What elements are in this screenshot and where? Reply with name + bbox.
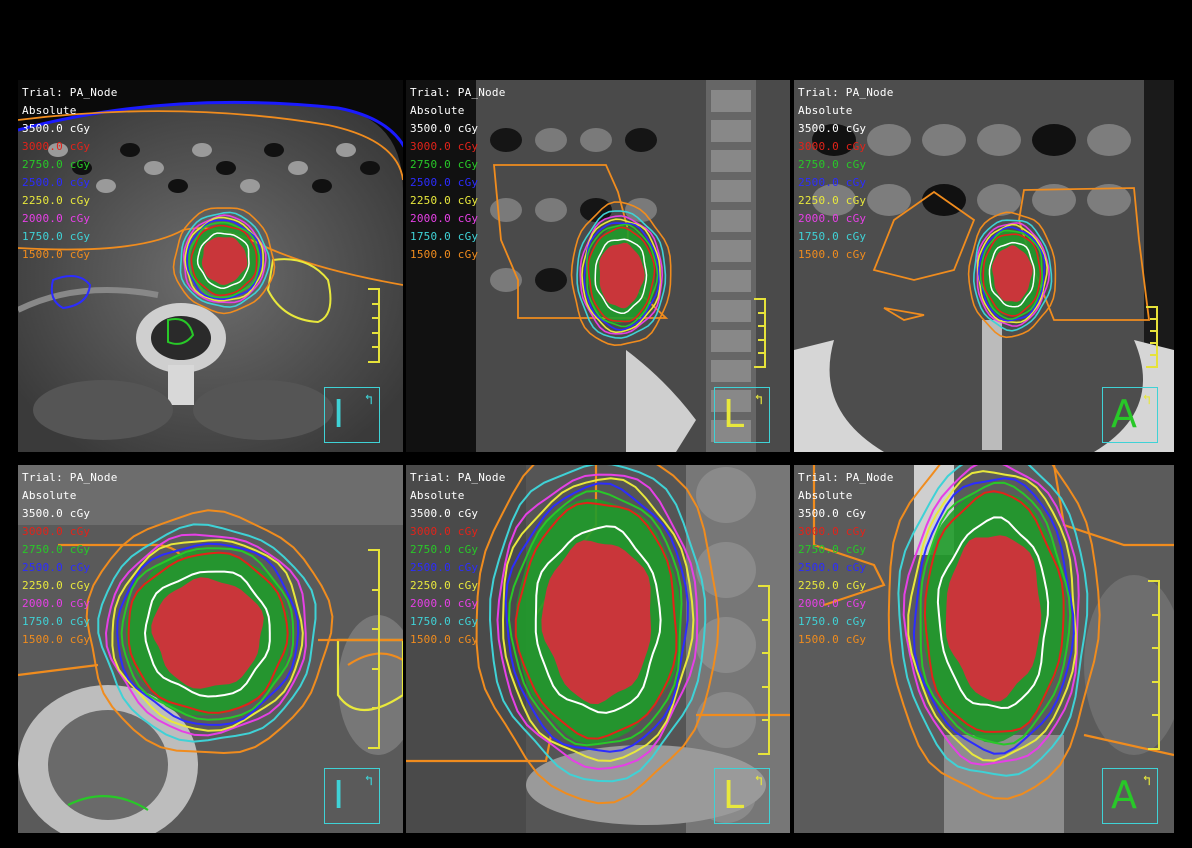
isodose-level-5: 2000.0 cGy — [22, 597, 91, 610]
isodose-level-2: 2750.0 cGy — [798, 543, 867, 556]
isodose-level-3: 2500.0 cGy — [22, 561, 91, 574]
trial-label: Trial: PA_Node — [410, 86, 506, 99]
isodose-level-6: 1750.0 cGy — [798, 615, 867, 628]
isodose-level-2: 2750.0 cGy — [798, 158, 867, 171]
isodose-level-0: 3500.0 cGy — [410, 122, 479, 135]
rotate-arrow-icon: ↰ — [1142, 392, 1151, 408]
orientation-indicator[interactable]: A ↰ — [1102, 768, 1158, 824]
scale-ruler — [366, 549, 380, 749]
dose-mode-label: Absolute — [22, 104, 77, 117]
isodose-level-2: 2750.0 cGy — [410, 543, 479, 556]
isodose-level-7: 1500.0 cGy — [410, 248, 479, 261]
isodose-level-2: 2750.0 cGy — [22, 543, 91, 556]
rotate-arrow-icon: ↰ — [364, 773, 373, 789]
isodose-level-7: 1500.0 cGy — [798, 633, 867, 646]
trial-label: Trial: PA_Node — [22, 471, 118, 484]
orientation-indicator[interactable]: A ↰ — [1102, 387, 1158, 443]
rotate-arrow-icon: ↰ — [754, 773, 763, 789]
isodose-level-3: 2500.0 cGy — [798, 561, 867, 574]
isodose-level-2: 2750.0 cGy — [410, 158, 479, 171]
orientation-letter: L — [723, 392, 745, 436]
orientation-letter: A — [1111, 773, 1137, 817]
dose-legend: Trial: PA_Node Absolute 3500.0 cGy 3000.0 c… — [410, 84, 506, 264]
isodose-level-1: 3000.0 cGy — [410, 525, 479, 538]
trial-label: Trial: PA_Node — [798, 86, 894, 99]
orientation-indicator[interactable]: I ↰ — [324, 768, 380, 824]
scale-ruler — [756, 585, 770, 755]
dose-mode-label: Absolute — [22, 489, 77, 502]
isodose-level-7: 1500.0 cGy — [798, 248, 867, 261]
viewport-coronal-zoom[interactable]: Trial: PA_Node Absolute 3500.0 cGy 3000.0 c… — [794, 465, 1174, 833]
rotate-arrow-icon: ↰ — [364, 392, 373, 408]
isodose-level-3: 2500.0 cGy — [22, 176, 91, 189]
viewport-axial-zoom[interactable]: Trial: PA_Node Absolute 3500.0 cGy 3000.0 c… — [18, 465, 403, 833]
viewport-sagittal[interactable]: Trial: PA_Node Absolute 3500.0 cGy 3000.0 c… — [406, 80, 790, 452]
isodose-level-0: 3500.0 cGy — [798, 122, 867, 135]
isodose-level-1: 3000.0 cGy — [22, 140, 91, 153]
isodose-level-7: 1500.0 cGy — [22, 633, 91, 646]
scale-ruler — [366, 288, 380, 363]
viewport-coronal[interactable]: Trial: PA_Node Absolute 3500.0 cGy 3000.0 c… — [794, 80, 1174, 452]
isodose-level-6: 1750.0 cGy — [22, 615, 91, 628]
isodose-level-6: 1750.0 cGy — [410, 615, 479, 628]
trial-label: Trial: PA_Node — [798, 471, 894, 484]
isodose-level-1: 3000.0 cGy — [798, 140, 867, 153]
isodose-level-3: 2500.0 cGy — [798, 176, 867, 189]
isodose-level-1: 3000.0 cGy — [22, 525, 91, 538]
isodose-level-0: 3500.0 cGy — [22, 507, 91, 520]
rotate-arrow-icon: ↰ — [1142, 773, 1151, 789]
dose-legend: Trial: PA_Node Absolute 3500.0 cGy 3000.0 c… — [798, 84, 894, 264]
viewport-sagittal-zoom[interactable]: Trial: PA_Node Absolute 3500.0 cGy 3000.0 c… — [406, 465, 790, 833]
isodose-level-5: 2000.0 cGy — [798, 212, 867, 225]
isodose-level-0: 3500.0 cGy — [22, 122, 91, 135]
isodose-level-1: 3000.0 cGy — [798, 525, 867, 538]
dose-legend: Trial: PA_Node Absolute 3500.0 cGy 3000.0 c… — [798, 469, 894, 649]
isodose-level-6: 1750.0 cGy — [798, 230, 867, 243]
isodose-level-5: 2000.0 cGy — [410, 597, 479, 610]
isodose-level-1: 3000.0 cGy — [410, 140, 479, 153]
isodose-level-3: 2500.0 cGy — [410, 176, 479, 189]
dose-legend: Trial: PA_Node Absolute 3500.0 cGy 3000.0 c… — [22, 469, 118, 649]
isodose-level-4: 2250.0 cGy — [410, 194, 479, 207]
isodose-level-4: 2250.0 cGy — [798, 579, 867, 592]
isodose-level-0: 3500.0 cGy — [798, 507, 867, 520]
dose-legend: Trial: PA_Node Absolute 3500.0 cGy 3000.0 c… — [410, 469, 506, 649]
dose-mode-label: Absolute — [798, 489, 853, 502]
viewport-axial[interactable]: Trial: PA_Node Absolute 3500.0 cGy 3000.0 c… — [18, 80, 403, 452]
orientation-indicator[interactable]: L ↰ — [714, 768, 770, 824]
isodose-level-6: 1750.0 cGy — [22, 230, 91, 243]
orientation-indicator[interactable]: L ↰ — [714, 387, 770, 443]
dose-mode-label: Absolute — [410, 489, 465, 502]
trial-label: Trial: PA_Node — [410, 471, 506, 484]
isodose-level-4: 2250.0 cGy — [410, 579, 479, 592]
scale-ruler — [1146, 580, 1160, 750]
orientation-letter: A — [1111, 392, 1137, 436]
orientation-letter: I — [333, 773, 345, 817]
dose-mode-label: Absolute — [798, 104, 853, 117]
trial-label: Trial: PA_Node — [22, 86, 118, 99]
isodose-level-3: 2500.0 cGy — [410, 561, 479, 574]
dose-legend: Trial: PA_Node Absolute 3500.0 cGy 3000.0 c… — [22, 84, 118, 264]
isodose-level-4: 2250.0 cGy — [798, 194, 867, 207]
isodose-level-4: 2250.0 cGy — [22, 579, 91, 592]
orientation-letter: L — [723, 773, 745, 817]
isodose-level-4: 2250.0 cGy — [22, 194, 91, 207]
rotate-arrow-icon: ↰ — [754, 392, 763, 408]
orientation-indicator[interactable]: I ↰ — [324, 387, 380, 443]
scale-ruler — [1144, 306, 1158, 368]
isodose-level-5: 2000.0 cGy — [798, 597, 867, 610]
isodose-level-7: 1500.0 cGy — [22, 248, 91, 261]
dose-mode-label: Absolute — [410, 104, 465, 117]
isodose-level-5: 2000.0 cGy — [22, 212, 91, 225]
isodose-level-0: 3500.0 cGy — [410, 507, 479, 520]
isodose-level-2: 2750.0 cGy — [22, 158, 91, 171]
isodose-level-5: 2000.0 cGy — [410, 212, 479, 225]
isodose-level-7: 1500.0 cGy — [410, 633, 479, 646]
isodose-level-6: 1750.0 cGy — [410, 230, 479, 243]
scale-ruler — [752, 298, 766, 368]
orientation-letter: I — [333, 392, 345, 436]
